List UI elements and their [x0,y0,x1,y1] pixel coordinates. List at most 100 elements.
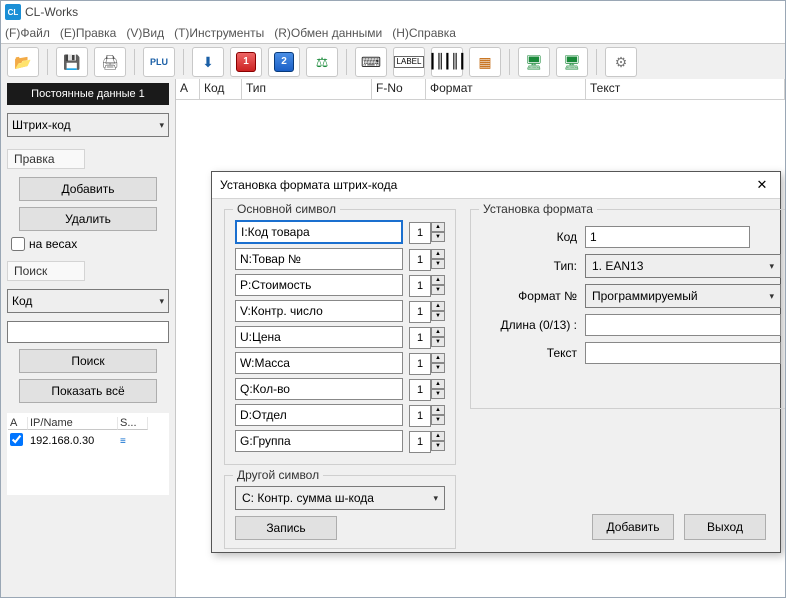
spinner-down-icon[interactable]: ▼ [431,285,445,295]
type-select[interactable]: 1. EAN13 ▾ [585,254,781,278]
symbol-spinner[interactable]: 1▲▼ [409,249,445,269]
other-symbol-select[interactable]: C: Контр. сумма ш-кода ▾ [235,486,445,510]
menu-edit[interactable]: (E)Правка [60,26,117,40]
symbol-row: W:Масса 1▲▼ [235,352,445,374]
spinner-up-icon[interactable]: ▲ [431,327,445,337]
grid-col-a[interactable]: A [176,79,200,99]
sidebar-search-button[interactable]: Поиск [19,349,157,373]
spinner-value[interactable]: 1 [409,249,431,271]
toolbar-barcode-button[interactable]: ┃║┃║┃ [431,47,463,77]
menu-file[interactable]: (F)Файл [5,26,50,40]
spinner-value[interactable]: 1 [409,431,431,453]
toolbar-table-button[interactable]: ▦ [469,47,501,77]
spinner-down-icon[interactable]: ▼ [431,337,445,347]
symbol-spinner[interactable]: 1▲▼ [409,405,445,425]
spinner-up-icon[interactable]: ▲ [431,405,445,415]
grid-col-fno[interactable]: F-No [372,79,426,99]
symbol-field[interactable]: Q:Кол-во [235,378,403,400]
toolbar-print-button[interactable]: 🖨 [94,47,126,77]
spinner-down-icon[interactable]: ▼ [431,441,445,451]
on-scales-checkbox-input[interactable] [11,237,25,251]
toolbar-save-button[interactable]: 💾 [56,47,88,77]
symbol-field[interactable]: W:Масса [235,352,403,374]
symbol-field[interactable]: U:Цена [235,326,403,348]
toolbar-download-button[interactable]: ⬇ [192,47,224,77]
toolbar-plu-button[interactable]: PLU [143,47,175,77]
menu-exchange[interactable]: (R)Обмен данными [274,26,382,40]
ip-col-name[interactable]: IP/Name [28,417,118,430]
sidebar-tab[interactable]: Постоянные данные 1 [7,83,169,105]
menu-tools[interactable]: (T)Инструменты [174,26,264,40]
sidebar-show-all-button[interactable]: Показать всё [19,379,157,403]
dialog-add-button[interactable]: Добавить [592,514,674,540]
type-label: Тип: [481,259,585,273]
text-input[interactable] [585,342,781,364]
dialog-close-button[interactable]: ✕ [752,175,772,195]
spinner-up-icon[interactable]: ▲ [431,353,445,363]
write-button[interactable]: Запись [235,516,337,540]
dialog-exit-button[interactable]: Выход [684,514,766,540]
spinner-value[interactable]: 1 [409,353,431,375]
menu-view[interactable]: (V)Вид [126,26,164,40]
grid-col-type[interactable]: Тип [242,79,372,99]
spinner-down-icon[interactable]: ▼ [431,259,445,269]
grid-col-text[interactable]: Текст [586,79,785,99]
code-input[interactable] [585,226,750,248]
toolbar-keyboard-button[interactable]: ⌨ [355,47,387,77]
symbol-field[interactable]: P:Стоимость [235,274,403,296]
spinner-up-icon[interactable]: ▲ [431,275,445,285]
symbol-spinner[interactable]: 1▲▼ [409,222,445,242]
spinner-down-icon[interactable]: ▼ [431,232,445,242]
menu-help[interactable]: (H)Справка [392,26,456,40]
spinner-value[interactable]: 1 [409,327,431,349]
spinner-up-icon[interactable]: ▲ [431,431,445,441]
spinner-down-icon[interactable]: ▼ [431,363,445,373]
sidebar-search-by-select[interactable]: Код ▾ [7,289,169,313]
symbol-spinner[interactable]: 1▲▼ [409,431,445,451]
type-value: 1. EAN13 [592,259,643,273]
symbol-field[interactable]: D:Отдел [235,404,403,426]
spinner-up-icon[interactable]: ▲ [431,301,445,311]
ip-col-s[interactable]: S... [118,417,148,430]
toolbar-settings-button[interactable]: ⚙ [605,47,637,77]
ip-row-checkbox[interactable] [10,433,23,446]
sidebar-search-input[interactable] [7,321,169,343]
symbol-spinner[interactable]: 1▲▼ [409,353,445,373]
symbol-spinner[interactable]: 1▲▼ [409,327,445,347]
toolbar-receive-button[interactable]: 🖥 [556,47,588,77]
symbol-spinner[interactable]: 1▲▼ [409,275,445,295]
sidebar-on-scales-checkbox[interactable]: на весах [11,237,165,251]
sidebar-add-button[interactable]: Добавить [19,177,157,201]
symbol-field[interactable]: I:Код товара [235,220,403,244]
toolbar-open-button[interactable]: 📂 [7,47,39,77]
toolbar-num1-button[interactable]: 1 [230,47,262,77]
spinner-down-icon[interactable]: ▼ [431,311,445,321]
format-no-select[interactable]: Программируемый ▾ [585,284,781,308]
toolbar-send-button[interactable]: 🖥 [518,47,550,77]
spinner-value[interactable]: 1 [409,379,431,401]
symbol-field[interactable]: V:Контр. число [235,300,403,322]
spinner-value[interactable]: 1 [409,222,431,244]
toolbar-scale-button[interactable]: ⚖ [306,47,338,77]
spinner-down-icon[interactable]: ▼ [431,389,445,399]
sidebar-delete-button[interactable]: Удалить [19,207,157,231]
grid-col-code[interactable]: Код [200,79,242,99]
spinner-down-icon[interactable]: ▼ [431,415,445,425]
sidebar-type-select[interactable]: Штрих-код ▾ [7,113,169,137]
spinner-value[interactable]: 1 [409,275,431,297]
grid-col-format[interactable]: Формат [426,79,586,99]
spinner-up-icon[interactable]: ▲ [431,379,445,389]
toolbar-num2-button[interactable]: 2 [268,47,300,77]
toolbar-label-button[interactable]: LABEL [393,47,425,77]
symbol-spinner[interactable]: 1▲▼ [409,301,445,321]
symbol-spinner[interactable]: 1▲▼ [409,379,445,399]
length-input[interactable] [585,314,781,336]
ip-col-a[interactable]: A [8,417,28,430]
symbol-field[interactable]: N:Товар № [235,248,403,270]
spinner-value[interactable]: 1 [409,301,431,323]
spinner-up-icon[interactable]: ▲ [431,249,445,259]
symbol-field[interactable]: G:Группа [235,430,403,452]
spinner-value[interactable]: 1 [409,405,431,427]
ip-row[interactable]: 192.168.0.30 ≡ [8,432,168,450]
spinner-up-icon[interactable]: ▲ [431,222,445,232]
